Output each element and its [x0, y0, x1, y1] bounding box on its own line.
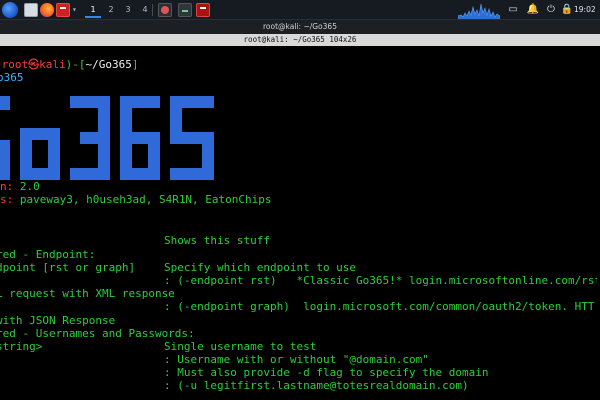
workspace-2[interactable]: 2	[103, 2, 119, 18]
clock[interactable]: 19:02	[574, 3, 600, 17]
prompt-bracket: )-[	[65, 58, 86, 71]
json-response-line: with JSON Response	[0, 314, 116, 327]
command-line: o365	[0, 71, 24, 84]
version-line: n: 2.0	[0, 180, 40, 193]
desktop-screen: ▾ 1 2 3 4 ▭ 🔔 ⏻ 🔒 19:02 root@kali: ~/Go3…	[0, 0, 600, 400]
taskbar-app-icon[interactable]	[178, 3, 192, 17]
taskbar-terminal-icon[interactable]	[196, 3, 210, 17]
terminal-tab-title[interactable]: root@kali: ~/Go365 104x26	[0, 34, 600, 46]
authors-line: s: paveway3, h0useh3ad, S4R1N, EatonChip…	[0, 193, 272, 206]
authors-label: s:	[0, 193, 14, 206]
endpoint-rst: : (-endpoint rst) *Classic Go365!* login…	[164, 274, 600, 287]
cpu-graph-icon	[458, 3, 500, 19]
window-title[interactable]: root@kali: ~/Go365	[0, 20, 600, 34]
files-icon[interactable]	[24, 3, 38, 17]
prompt-at: ㉿	[28, 58, 40, 71]
example-line: : (-u legitfirst.lastname@totesrealdomai…	[164, 379, 469, 392]
lock-icon[interactable]: 🔒	[560, 3, 574, 17]
chevron-down-icon[interactable]: ▾	[72, 3, 80, 17]
domain-note: : Must also provide -d flag to specify t…	[164, 366, 489, 379]
firefox-icon[interactable]	[40, 3, 54, 17]
prompt-host: kali	[39, 58, 66, 71]
authors-value: paveway3, h0useh3ad, S4R1N, EatonChips	[13, 193, 272, 206]
prompt-bracket: ]	[131, 58, 139, 71]
power-icon[interactable]: ⏻	[544, 3, 558, 17]
help-desc: Shows this stuff	[164, 234, 270, 247]
endpoint-flag: dpoint [rst or graph]	[0, 261, 136, 274]
workspace-3[interactable]: 3	[120, 2, 136, 18]
terminal-output[interactable]: (root㉿kali)-[~/Go365] o365	[0, 46, 600, 400]
panel-separator	[152, 4, 153, 16]
top-panel: ▾ 1 2 3 4 ▭ 🔔 ⏻ 🔒 19:02	[0, 0, 600, 20]
taskbar-app-icon[interactable]	[158, 3, 172, 17]
string-flag: string>	[0, 340, 43, 353]
prompt-user: root	[1, 58, 29, 71]
endpoint-graph: : (-endpoint graph) login.microsoft.com/…	[164, 300, 595, 313]
workspace-1[interactable]: 1	[85, 2, 101, 18]
required-users-heading: red - Usernames and Passwords:	[0, 327, 195, 340]
prompt-path: ~/Go365	[85, 58, 132, 71]
kali-dragon-icon[interactable]	[2, 2, 18, 18]
username-desc: Single username to test	[164, 340, 317, 353]
bell-icon[interactable]: 🔔	[526, 3, 540, 17]
workspace-4[interactable]: 4	[137, 2, 153, 18]
screen-icon[interactable]: ▭	[506, 3, 520, 17]
prompt-line: (root㉿kali)-[~/Go365]	[0, 58, 138, 71]
endpoint-desc: Specify which endpoint to use	[164, 261, 357, 274]
terminal-icon[interactable]	[56, 3, 70, 17]
version-value: 2.0	[13, 180, 40, 193]
username-note: : Username with or without "@domain.com"	[164, 353, 429, 366]
version-label: n:	[0, 180, 14, 193]
xml-request-line: L request with XML response	[0, 287, 175, 300]
required-endpoint-heading: red - Endpoint:	[0, 248, 96, 261]
